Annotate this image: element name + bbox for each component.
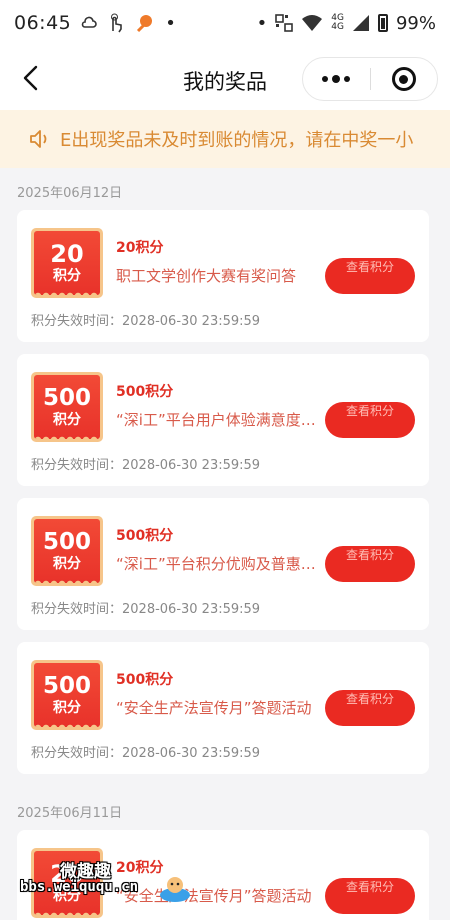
touch-hand-icon: [111, 13, 123, 33]
prize-title: 20积分: [116, 240, 164, 256]
more-dots-icon: [332, 75, 341, 83]
nfc-grid-icon: [275, 14, 294, 32]
badge-unit: 积分: [53, 268, 81, 284]
prize-title: 500积分: [116, 528, 174, 544]
expire-time: 积分失效时间：2028-06-30 23:59:59: [31, 314, 261, 329]
badge-value: 500: [42, 673, 91, 699]
expire-time: 积分失效时间：2028-06-30 23:59:59: [31, 602, 261, 617]
more-dots-icon: [344, 76, 351, 82]
points-badge: 500 积分: [31, 372, 103, 442]
status-time: 06:45: [14, 12, 72, 34]
prize-card: 500 积分 500积分 “安全生产法宣传月”答题活动 积分失效时间：2028-0…: [17, 642, 429, 774]
badge-unit: 积分: [53, 556, 81, 572]
notice-text: E出现奖品未及时到账的情况，请在中奖一小: [60, 130, 414, 151]
prize-description: “安全生产法宣传月”答题活动: [116, 699, 312, 717]
mini-program-capsule: [302, 57, 438, 101]
more-button[interactable]: [303, 57, 370, 101]
points-badge: 500 积分: [31, 660, 103, 730]
badge-value: 500: [42, 385, 91, 411]
nav-bar: 我的奖品: [0, 46, 450, 110]
network-label: 4G 4G: [331, 14, 344, 32]
prize-description: “深i工”平台积分优购及普惠商城: [116, 555, 326, 573]
battery-percent: 99%: [395, 12, 436, 34]
view-points-button[interactable]: 查看积分: [325, 258, 415, 294]
prize-title: 500积分: [116, 384, 174, 400]
points-badge: 20 积分: [31, 228, 103, 298]
view-points-button[interactable]: 查看积分: [325, 546, 415, 582]
expire-time: 积分失效时间：2028-06-30 23:59:59: [31, 746, 261, 761]
badge-value: 500: [42, 529, 91, 555]
close-target-icon: [391, 67, 416, 91]
mascot-icon: [160, 877, 190, 902]
status-dot-icon: •: [256, 12, 268, 34]
prize-card: 500 积分 500积分 “深i工”平台用户体验满意度调查 积分失效时间：2028…: [17, 354, 429, 486]
badge-unit: 积分: [53, 700, 81, 716]
view-points-button[interactable]: 查看积分: [325, 402, 415, 438]
date-label: 2025年06月11日: [17, 806, 123, 821]
status-right: • 4G 4G 99%: [257, 13, 436, 34]
app-notification-icon: [137, 15, 153, 33]
cloud-icon: [81, 16, 97, 28]
badge-unit: 积分: [53, 412, 81, 428]
status-left: 06:45 •: [14, 12, 176, 34]
prize-description: 职工文学创作大赛有奖问答: [116, 267, 297, 285]
status-bar: 06:45 • • 4G 4G 99%: [0, 0, 450, 46]
back-button[interactable]: [18, 64, 44, 92]
network-bottom: 4G: [331, 22, 344, 32]
more-dots-icon: [322, 76, 329, 82]
close-button[interactable]: [371, 57, 438, 101]
wifi-icon: [302, 15, 323, 31]
status-dot-icon: •: [165, 12, 176, 34]
expire-time: 积分失效时间：2028-06-30 23:59:59: [31, 458, 261, 473]
view-points-button[interactable]: 查看积分: [325, 690, 415, 726]
battery-icon: [377, 14, 388, 32]
prize-title: 500积分: [116, 672, 174, 688]
view-points-button[interactable]: 查看积分: [325, 878, 415, 914]
prize-description: “深i工”平台用户体验满意度调查: [116, 411, 326, 429]
prize-card: 20 积分 20积分 职工文学创作大赛有奖问答 积分失效时间：2028-06-30…: [17, 210, 429, 342]
watermark-en: bbs.weiququ.cn: [20, 879, 139, 895]
notice-bar: E出现奖品未及时到账的情况，请在中奖一小: [0, 110, 450, 168]
date-label: 2025年06月12日: [17, 186, 123, 201]
back-arrow-icon: [23, 65, 38, 91]
prize-card: 500 积分 500积分 “深i工”平台积分优购及普惠商城 积分失效时间：2028…: [17, 498, 429, 630]
signal-icon: [352, 15, 369, 31]
badge-value: 20: [50, 240, 84, 268]
points-badge: 500 积分: [31, 516, 103, 586]
watermark: 微趣趣 bbs.weiququ.cn: [20, 855, 220, 905]
speaker-icon: [30, 130, 47, 148]
